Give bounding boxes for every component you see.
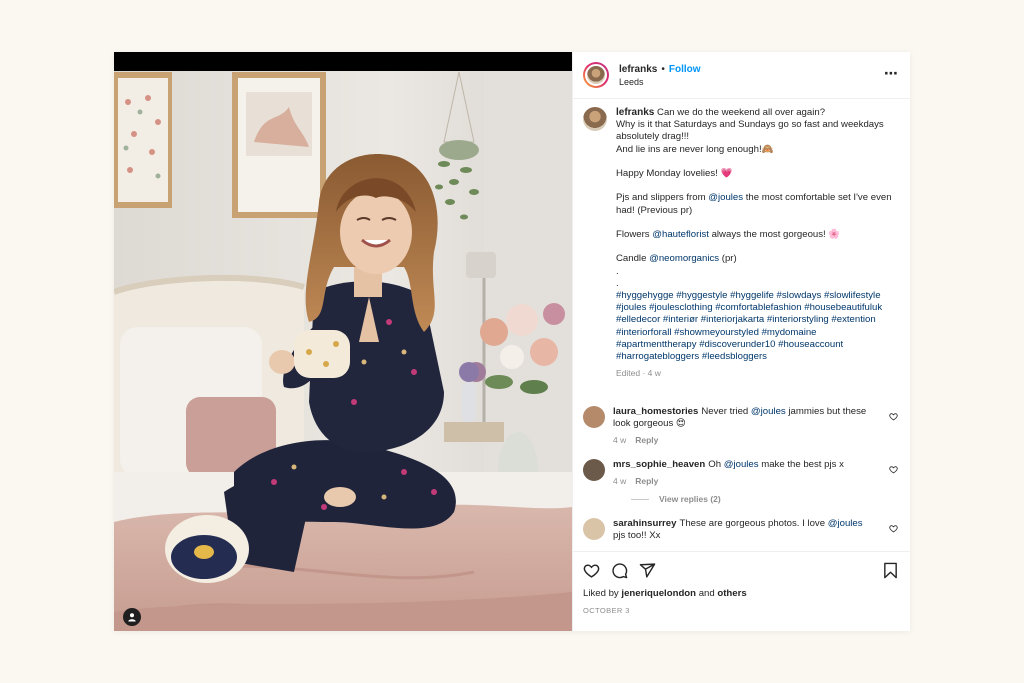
comment-text: These are gorgeous photos. I love: [679, 518, 828, 530]
post-footer: Liked by jeneriquelondon and others OCTO…: [573, 551, 910, 631]
comment-text: Never tried: [701, 405, 751, 417]
comment-text: pjs too!! Xx: [613, 530, 661, 542]
mention-link[interactable]: @joules: [751, 406, 786, 417]
reply-button[interactable]: Reply: [635, 476, 658, 486]
hashtags[interactable]: #hyggehygge #hyggestyle #hyggelife #slow…: [616, 290, 882, 362]
post-location[interactable]: Leeds: [619, 77, 701, 87]
bookmark-icon[interactable]: [883, 562, 898, 579]
post-photo[interactable]: [114, 52, 572, 631]
comment-like-icon[interactable]: [889, 412, 898, 421]
reply-button[interactable]: Reply: [635, 435, 658, 445]
comment-like-icon[interactable]: [889, 465, 898, 474]
author-avatar[interactable]: [583, 62, 609, 88]
commenter-username[interactable]: laura_homestories: [613, 406, 698, 417]
comment-actions: 4 w Reply: [613, 476, 875, 486]
post-caption: lefranks Can we do the weekend all over …: [583, 107, 898, 392]
mention-link[interactable]: @joules: [724, 459, 759, 470]
mention-link[interactable]: @neomorganics: [649, 253, 719, 264]
comment-age[interactable]: 4 w: [613, 435, 626, 445]
view-replies-button[interactable]: View replies (2): [631, 494, 898, 504]
comment-text: make the best pjs x: [758, 459, 844, 471]
commenter-username[interactable]: mrs_sophie_heaven: [613, 459, 705, 470]
commenter-avatar[interactable]: [583, 518, 605, 541]
more-icon[interactable]: ⋯: [884, 66, 898, 80]
comment-body: laura_homestories Never tried @joules jam…: [613, 406, 875, 430]
comment-text: Oh: [708, 459, 724, 471]
liked-others-link[interactable]: others: [717, 588, 746, 599]
view-replies-label: View replies (2): [659, 494, 721, 505]
comment-body: sarahinsurrey These are gorgeous photos. …: [613, 518, 875, 542]
comment-item: sarahinsurrey These are gorgeous photos. …: [583, 518, 898, 542]
mention-link[interactable]: @joules: [708, 192, 743, 203]
liked-user-link[interactable]: jeneriquelondon: [621, 588, 696, 599]
caption-text: lefranks Can we do the weekend all over …: [616, 107, 898, 392]
author-username[interactable]: lefranks: [619, 64, 657, 75]
comment-item: mrs_sophie_heaven Oh @joules make the bes…: [583, 459, 898, 486]
commenter-username[interactable]: sarahinsurrey: [613, 518, 676, 529]
post-date[interactable]: OCTOBER 3: [583, 606, 898, 615]
comment-icon[interactable]: [611, 562, 628, 579]
photo-illustration: [114, 52, 572, 631]
commenter-avatar[interactable]: [583, 459, 605, 482]
caption-text-part-1: Can we do the weekend all over again? Wh…: [616, 107, 884, 204]
comment-body: mrs_sophie_heaven Oh @joules make the bes…: [613, 459, 875, 471]
mention-link[interactable]: @hauteflorist: [652, 229, 709, 240]
follow-button[interactable]: Follow: [669, 64, 701, 75]
caption-meta: Edited · 4 w: [616, 368, 661, 379]
action-bar: [583, 560, 898, 580]
liked-and: and: [696, 588, 718, 599]
comment-like-icon[interactable]: [889, 524, 898, 533]
caption-avatar[interactable]: [583, 107, 607, 131]
comment-actions: 4 w Reply: [613, 435, 875, 445]
comments-section[interactable]: lefranks Can we do the weekend all over …: [573, 99, 910, 551]
user-tag-icon[interactable]: [123, 608, 141, 626]
mention-link[interactable]: @joules: [828, 518, 863, 529]
comment-item: laura_homestories Never tried @joules jam…: [583, 405, 898, 445]
instagram-post: lefranks • Follow Leeds ⋯ lefranks Can w…: [114, 52, 910, 631]
liked-prefix: Liked by: [583, 588, 622, 599]
share-icon[interactable]: [639, 562, 656, 579]
caption-username[interactable]: lefranks: [616, 107, 654, 118]
likes-summary: Liked by jeneriquelondon and others: [583, 588, 898, 599]
post-header: lefranks • Follow Leeds ⋯: [573, 52, 910, 99]
heart-icon[interactable]: [583, 562, 600, 579]
separator-dot: •: [661, 63, 665, 75]
post-side-panel: lefranks • Follow Leeds ⋯ lefranks Can w…: [572, 52, 910, 631]
commenter-avatar[interactable]: [583, 405, 605, 428]
comment-age[interactable]: 4 w: [613, 476, 626, 486]
author-info: lefranks • Follow Leeds: [619, 64, 701, 87]
